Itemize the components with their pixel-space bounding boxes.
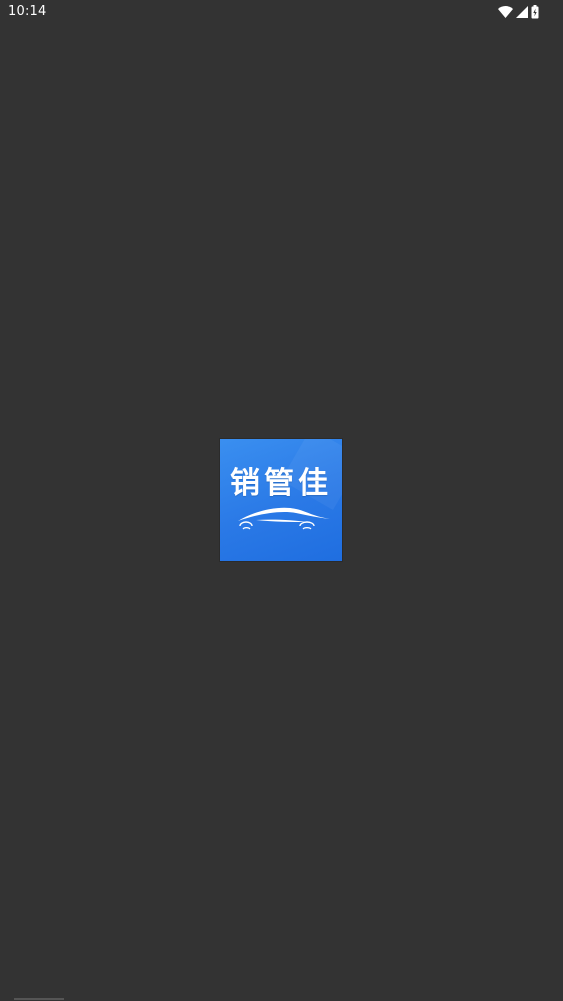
status-icons — [498, 4, 539, 20]
battery-charging-icon — [531, 5, 539, 19]
car-icon — [238, 507, 330, 530]
status-bar: 10:14 — [0, 0, 563, 24]
logo-app-name: 销管佳 — [230, 466, 332, 501]
wifi-icon — [498, 6, 513, 18]
cell-signal-icon — [516, 6, 528, 18]
status-time: 10:14 — [8, 4, 47, 19]
navigation-hint-bar — [14, 998, 64, 1000]
app-logo: 销管佳 — [220, 439, 342, 561]
